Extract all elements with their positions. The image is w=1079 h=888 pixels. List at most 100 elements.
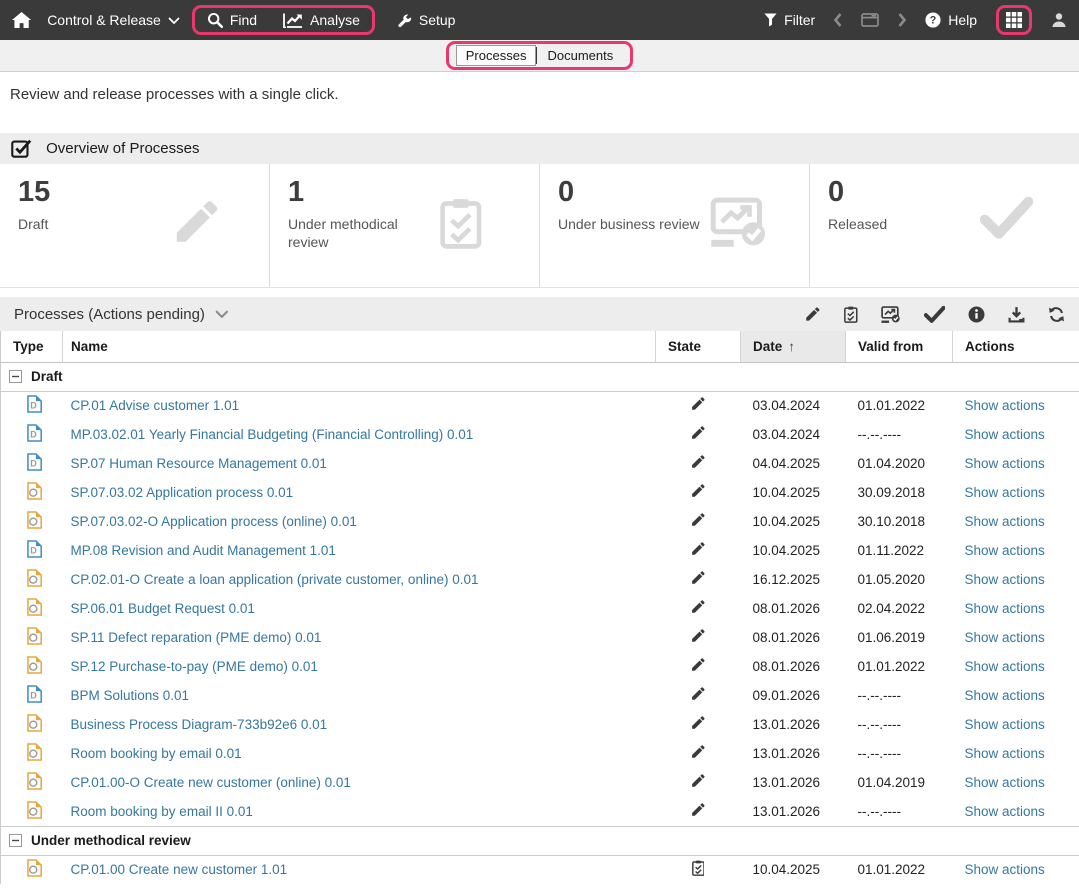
back-button[interactable] xyxy=(834,13,842,27)
pencil-icon[interactable] xyxy=(804,306,821,323)
show-actions-link[interactable]: Show actions xyxy=(965,543,1045,558)
pencil-icon xyxy=(690,715,706,731)
process-name-link[interactable]: SP.06.01 Budget Request 0.01 xyxy=(71,601,255,616)
date-cell: 10.04.2025 xyxy=(741,507,846,536)
table-row: Room booking by email 0.0113.01.2026--.-… xyxy=(1,739,1079,768)
tab-processes[interactable]: Processes xyxy=(456,45,537,66)
group-row[interactable]: Under methodical review xyxy=(1,826,1079,855)
column-header-state[interactable]: State xyxy=(656,331,741,362)
show-actions-link[interactable]: Show actions xyxy=(965,862,1045,877)
show-actions-link[interactable]: Show actions xyxy=(965,688,1045,703)
epc-diagram-icon: D xyxy=(27,395,42,413)
control-release-menu[interactable]: Control & Release xyxy=(47,12,180,28)
process-name-link[interactable]: MP.08 Revision and Audit Management 1.01 xyxy=(71,543,336,558)
analyse-button[interactable]: Analyse xyxy=(283,12,360,28)
valid-from-cell: 01.04.2020 xyxy=(846,449,953,478)
filter-button[interactable]: Filter xyxy=(764,12,815,28)
intro-text: Review and release processes with a sing… xyxy=(10,86,1079,103)
show-actions-link[interactable]: Show actions xyxy=(965,398,1045,413)
date-cell: 09.01.2026 xyxy=(741,681,846,710)
collapse-icon[interactable] xyxy=(9,834,22,847)
setup-button[interactable]: Setup xyxy=(397,12,456,28)
table-header-row: Type Name State Date↑ Valid from Actions xyxy=(1,331,1079,362)
column-header-date[interactable]: Date↑ xyxy=(741,331,846,362)
card-label: Under business review xyxy=(558,215,710,233)
pencil-icon xyxy=(690,483,706,499)
process-name-link[interactable]: Business Process Diagram-733b92e6 0.01 xyxy=(71,717,328,732)
show-actions-link[interactable]: Show actions xyxy=(965,746,1045,761)
process-name-link[interactable]: SP.07 Human Resource Management 0.01 xyxy=(71,456,327,471)
show-actions-link[interactable]: Show actions xyxy=(965,572,1045,587)
process-name-link[interactable]: Room booking by email II 0.01 xyxy=(71,804,253,819)
refresh-icon[interactable] xyxy=(1048,306,1065,323)
forward-button[interactable] xyxy=(898,13,906,27)
pencil-icon xyxy=(690,541,706,557)
card-released[interactable]: 0 Released xyxy=(809,164,1079,287)
show-actions-link[interactable]: Show actions xyxy=(965,514,1045,529)
table-title-dropdown[interactable]: Processes (Actions pending) xyxy=(14,306,229,323)
pencil-icon xyxy=(690,773,706,789)
check-icon[interactable] xyxy=(924,306,945,323)
info-icon[interactable] xyxy=(968,306,985,323)
process-table: Type Name State Date↑ Valid from Actions… xyxy=(0,331,1079,884)
checkbox-check-icon xyxy=(11,139,32,158)
pencil-icon xyxy=(690,628,706,644)
column-header-type[interactable]: Type xyxy=(1,331,63,362)
svg-text:D: D xyxy=(30,429,37,439)
show-actions-link[interactable]: Show actions xyxy=(965,717,1045,732)
help-button[interactable]: ? Help xyxy=(925,12,977,28)
show-actions-link[interactable]: Show actions xyxy=(965,485,1045,500)
svg-text:D: D xyxy=(30,458,37,468)
date-cell: 04.04.2025 xyxy=(741,449,846,478)
process-name-link[interactable]: CP.01 Advise customer 1.01 xyxy=(71,398,240,413)
business-review-icon[interactable] xyxy=(881,306,901,323)
user-button[interactable] xyxy=(1051,12,1067,28)
valid-from-cell: 30.10.2018 xyxy=(846,507,953,536)
show-actions-link[interactable]: Show actions xyxy=(965,427,1045,442)
clipboard-check-icon[interactable] xyxy=(844,306,858,323)
card-label: Released xyxy=(828,215,980,233)
process-name-link[interactable]: SP.11 Defect reparation (PME demo) 0.01 xyxy=(71,630,322,645)
card-draft[interactable]: 15 Draft xyxy=(0,164,269,287)
process-name-link[interactable]: CP.01.00 Create new customer 1.01 xyxy=(71,862,288,877)
find-button[interactable]: Find xyxy=(207,12,257,28)
date-cell: 16.12.2025 xyxy=(741,565,846,594)
open-diagrams-button[interactable] xyxy=(861,13,879,27)
collapse-icon[interactable] xyxy=(9,370,22,383)
table-row: D MP.03.02.01 Yearly Financial Budgeting … xyxy=(1,420,1079,449)
show-actions-link[interactable]: Show actions xyxy=(965,630,1045,645)
card-count: 0 xyxy=(828,177,980,209)
process-name-link[interactable]: BPM Solutions 0.01 xyxy=(71,688,190,703)
svg-text:D: D xyxy=(30,545,37,555)
process-name-link[interactable]: CP.02.01-O Create a loan application (pr… xyxy=(71,572,479,587)
process-name-link[interactable]: SP.07.03.02-O Application process (onlin… xyxy=(71,514,357,529)
column-header-valid-from[interactable]: Valid from xyxy=(846,331,953,362)
process-name-link[interactable]: SP.12 Purchase-to-pay (PME demo) 0.01 xyxy=(71,659,318,674)
pencil-icon xyxy=(690,512,706,528)
valid-from-cell: 01.06.2019 xyxy=(846,623,953,652)
group-row[interactable]: Draft xyxy=(1,362,1079,391)
date-cell: 10.04.2025 xyxy=(741,478,846,507)
process-name-link[interactable]: MP.03.02.01 Yearly Financial Budgeting (… xyxy=(71,427,474,442)
process-table-header-bar: Processes (Actions pending) xyxy=(0,297,1079,331)
bpmn-diagram-icon xyxy=(27,743,42,761)
tab-documents[interactable]: Documents xyxy=(537,45,623,66)
process-name-link[interactable]: SP.07.03.02 Application process 0.01 xyxy=(71,485,294,500)
apps-grid-button[interactable] xyxy=(1006,12,1022,28)
process-name-link[interactable]: Room booking by email 0.01 xyxy=(71,746,242,761)
show-actions-link[interactable]: Show actions xyxy=(965,601,1045,616)
column-header-name[interactable]: Name xyxy=(63,331,656,362)
pencil-icon xyxy=(690,744,706,760)
show-actions-link[interactable]: Show actions xyxy=(965,804,1045,819)
show-actions-link[interactable]: Show actions xyxy=(965,456,1045,471)
epc-diagram-icon: D xyxy=(27,540,42,558)
process-name-link[interactable]: CP.01.00-O Create new customer (online) … xyxy=(71,775,351,790)
home-button[interactable] xyxy=(12,12,31,28)
column-header-actions[interactable]: Actions xyxy=(953,331,1079,362)
show-actions-link[interactable]: Show actions xyxy=(965,659,1045,674)
bpmn-diagram-icon xyxy=(27,598,42,616)
download-icon[interactable] xyxy=(1008,306,1025,323)
card-under-methodical-review[interactable]: 1 Under methodical review xyxy=(269,164,539,287)
card-under-business-review[interactable]: 0 Under business review xyxy=(539,164,809,287)
show-actions-link[interactable]: Show actions xyxy=(965,775,1045,790)
